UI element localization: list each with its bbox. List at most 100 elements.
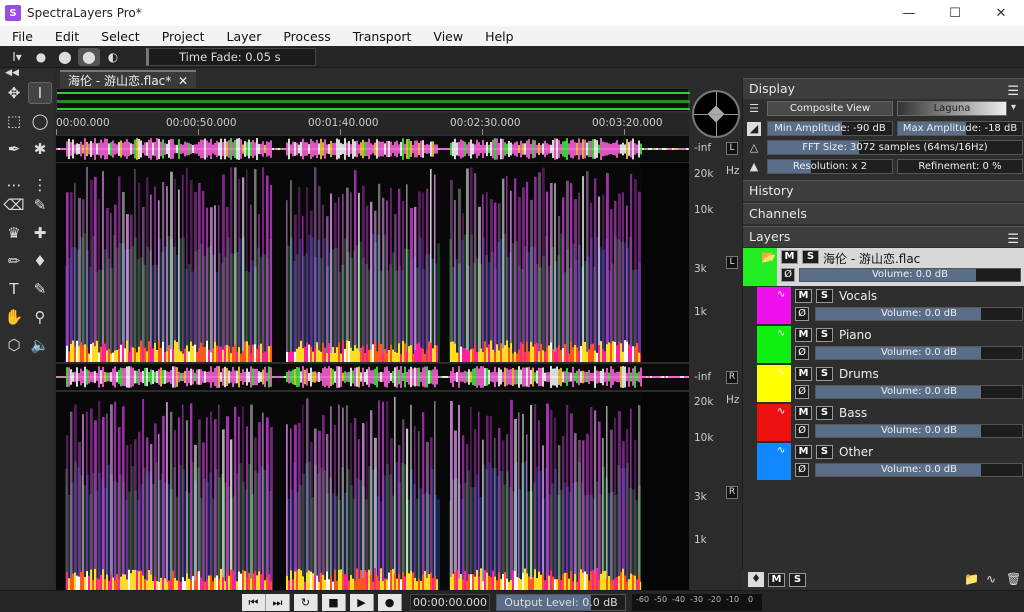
delete-layer-icon[interactable]: 🗑 (1006, 572, 1021, 586)
hand-tool-icon[interactable]: ✋ (2, 306, 26, 328)
close-button[interactable]: ✕ (978, 0, 1024, 26)
play-button[interactable]: ▶ (350, 594, 374, 611)
brush-small-icon[interactable]: ● (30, 48, 52, 66)
fill-bucket-icon[interactable]: ♦ (748, 572, 764, 587)
spectrogram-left[interactable] (56, 163, 689, 362)
fill-tool-icon[interactable]: ♦ (28, 250, 52, 272)
layer-vocals-solo-button[interactable]: S (816, 289, 833, 303)
layer-parent-mute-button[interactable]: M (781, 250, 798, 264)
timeline-ruler[interactable]: 00:00.000 00:00:50.000 00:01:40.000 00:0… (56, 113, 689, 135)
go-to-end-button[interactable]: ⏭ (266, 594, 290, 611)
spectrogram-right[interactable] (56, 392, 689, 590)
menu-project[interactable]: Project (150, 29, 215, 44)
heal-tool-icon[interactable]: ✚ (28, 222, 52, 244)
navigator-knob-icon[interactable] (707, 105, 725, 123)
layer-piano-volume-slider[interactable]: Volume: 0.0 dB (815, 346, 1023, 360)
cursor-tool-dropdown[interactable]: I▾ (6, 48, 28, 66)
layer-row-bass[interactable]: ∿ M S Bass Ø Volume: 0.0 dB (743, 404, 1024, 442)
refinement-slider[interactable]: Refinement: 0 % (897, 159, 1023, 174)
magic-wand-icon[interactable]: ✱ (28, 138, 52, 160)
layer-row-other[interactable]: ∿ M S Other Ø Volume: 0.0 dB (743, 443, 1024, 481)
layer-bass-mute-button[interactable]: M (795, 406, 812, 420)
clone-stamp-icon[interactable]: ♛ (2, 222, 26, 244)
go-to-start-button[interactable]: ⏮ (242, 594, 266, 611)
smudge-tool-icon[interactable]: ✎ (28, 194, 52, 216)
layer-piano-mute-button[interactable]: M (795, 328, 812, 342)
brush-soft-icon[interactable]: ⬤ (54, 48, 76, 66)
layer-bass-phase-button[interactable]: Ø (795, 424, 809, 438)
display-menu-icon[interactable]: ☰ (1007, 82, 1019, 102)
maximize-button[interactable]: ☐ (932, 0, 978, 26)
layer-row-piano[interactable]: ∿ M S Piano Ø Volume: 0.0 dB (743, 326, 1024, 364)
layer-vocals-mute-button[interactable]: M (795, 289, 812, 303)
view-navigator[interactable] (692, 90, 740, 138)
time-fade-field[interactable]: Time Fade: 0.05 s (146, 47, 316, 66)
brush-hard-icon[interactable]: ⬤ (78, 47, 100, 66)
menu-file[interactable]: File (0, 29, 43, 44)
layer-piano-solo-button[interactable]: S (816, 328, 833, 342)
max-amplitude-slider[interactable]: Max Amplitude: -18 dB (897, 121, 1023, 136)
record-button[interactable]: ● (378, 594, 402, 611)
colormap-dropdown[interactable]: Laguna (897, 101, 1007, 116)
layer-parent-solo-button[interactable]: S (802, 250, 819, 264)
waveform-left[interactable] (56, 136, 689, 162)
layer-vocals-phase-button[interactable]: Ø (795, 307, 809, 321)
footer-mute-button[interactable]: M (768, 573, 785, 587)
rect-selection-tool-icon[interactable]: ⬚ (2, 110, 26, 132)
stop-button[interactable]: ■ (322, 594, 346, 611)
layer-bass-volume-slider[interactable]: Volume: 0.0 dB (815, 424, 1023, 438)
waveform-right[interactable] (56, 364, 689, 390)
layer-parent-volume-slider[interactable]: Volume: 0.0 dB (799, 268, 1021, 282)
layer-other-volume-slider[interactable]: Volume: 0.0 dB (815, 463, 1023, 477)
layer-row-vocals[interactable]: ∿ M S Vocals Ø Volume: 0.0 dB (743, 287, 1024, 325)
layer-parent-phase-button[interactable]: Ø (781, 268, 795, 282)
menu-layer[interactable]: Layer (214, 29, 271, 44)
min-amplitude-slider[interactable]: Min Amplitude: -90 dB (767, 121, 893, 136)
layer-drums-solo-button[interactable]: S (816, 367, 833, 381)
new-folder-icon[interactable]: 📁 (964, 572, 979, 586)
channel-left-spectro-badge[interactable]: L (726, 256, 738, 269)
layers-section-header[interactable]: Layers ☰ (743, 226, 1024, 247)
layer-vocals-volume-slider[interactable]: Volume: 0.0 dB (815, 307, 1023, 321)
layer-other-phase-button[interactable]: Ø (795, 463, 809, 477)
layer-drums-phase-button[interactable]: Ø (795, 385, 809, 399)
time-selection-tool-icon[interactable]: I (28, 82, 52, 104)
layer-drums-volume-slider[interactable]: Volume: 0.0 dB (815, 385, 1023, 399)
layer-other-solo-button[interactable]: S (816, 445, 833, 459)
harmonic-selection-icon[interactable]: ⋯ (2, 174, 26, 196)
footer-solo-button[interactable]: S (789, 573, 806, 587)
eyedropper-icon[interactable]: ✎ (28, 278, 52, 300)
layer-piano-phase-button[interactable]: Ø (795, 346, 809, 360)
brush-ring-icon[interactable]: ◐ (102, 48, 124, 66)
history-section-header[interactable]: History (743, 180, 1024, 201)
layer-drums-mute-button[interactable]: M (795, 367, 812, 381)
3d-view-icon[interactable]: ⬡ (2, 334, 26, 356)
eraser-tool-icon[interactable]: ⌫ (2, 194, 26, 216)
collapse-arrows-icon[interactable]: ◀◀ (0, 68, 24, 78)
menu-select[interactable]: Select (89, 29, 150, 44)
speaker-icon[interactable]: 🔈 (28, 334, 52, 356)
display-section-header[interactable]: Display ☰ (743, 78, 1024, 99)
freehand-selection-icon[interactable]: ✒ (2, 138, 26, 160)
channels-section-header[interactable]: Channels (743, 203, 1024, 224)
composite-view-button[interactable]: Composite View (767, 101, 893, 116)
loop-button[interactable]: ↻ (294, 594, 318, 611)
layer-row-drums[interactable]: ∿ M S Drums Ø Volume: 0.0 dB (743, 365, 1024, 403)
menu-view[interactable]: View (421, 29, 473, 44)
transport-time-field[interactable]: 00:00:00.000 (410, 594, 490, 611)
menu-transport[interactable]: Transport (341, 29, 422, 44)
channel-right-spectro-badge[interactable]: R (726, 486, 738, 499)
channel-right-badge[interactable]: R (726, 371, 738, 384)
chevron-down-icon[interactable]: ▾ (1011, 102, 1016, 113)
frequency-selection-icon[interactable]: ⋮ (28, 174, 52, 196)
layer-bass-solo-button[interactable]: S (816, 406, 833, 420)
resolution-slider[interactable]: Resolution: x 2 (767, 159, 893, 174)
menu-process[interactable]: Process (271, 29, 340, 44)
layers-menu-icon[interactable]: ☰ (1007, 230, 1019, 250)
output-level-slider[interactable]: Output Level: 0.0 dB (496, 594, 626, 611)
text-tool-icon[interactable]: T (2, 278, 26, 300)
layer-other-mute-button[interactable]: M (795, 445, 812, 459)
document-tab[interactable]: 海伦 - 游山恋.flac* ✕ (60, 70, 196, 88)
layer-parent-row[interactable]: 📂 M S 海伦 - 游山恋.flac Ø Volume: 0.0 dB (743, 248, 1024, 286)
pencil-tool-icon[interactable]: ✏ (2, 250, 26, 272)
